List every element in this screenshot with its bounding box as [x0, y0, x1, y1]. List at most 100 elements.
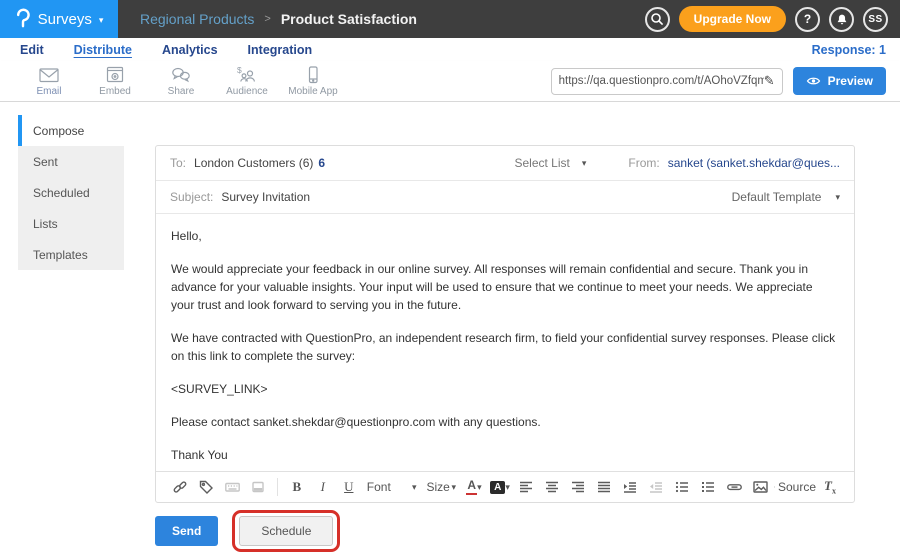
tab-edit[interactable]: Edit	[20, 43, 44, 57]
breadcrumb: Regional Products > Product Satisfaction	[140, 0, 417, 38]
edit-url-pencil-icon[interactable]: ✎	[764, 73, 775, 89]
align-center-button[interactable]	[540, 475, 564, 499]
sidebar-item-lists[interactable]: Lists	[18, 208, 124, 239]
notifications-button[interactable]	[829, 7, 854, 32]
align-left-button[interactable]	[514, 475, 538, 499]
preview-button[interactable]: Preview	[793, 67, 886, 95]
template-dropdown[interactable]: Default Template ▾	[732, 190, 840, 204]
send-button[interactable]: Send	[155, 516, 218, 546]
from-label: From:	[628, 156, 659, 170]
template-insert-button[interactable]	[246, 475, 270, 499]
bullet-list-button[interactable]	[670, 475, 694, 499]
body-paragraph: <SURVEY_LINK>	[171, 380, 839, 398]
to-recipients[interactable]: London Customers (6)	[194, 156, 313, 170]
chevron-down-icon: ▾	[477, 482, 482, 493]
audience-icon: $	[237, 66, 257, 84]
help-button[interactable]: ?	[795, 7, 820, 32]
schedule-highlight-annotation: Schedule	[232, 510, 340, 552]
search-button[interactable]	[645, 7, 670, 32]
font-size-dropdown[interactable]: Size ▾	[423, 480, 461, 494]
channel-embed[interactable]: Embed	[82, 66, 148, 97]
numbered-list-icon	[701, 480, 715, 494]
hyperlink-button[interactable]	[722, 475, 746, 499]
share-icon	[171, 66, 191, 84]
merge-tag-button[interactable]	[194, 475, 218, 499]
body-paragraph: Thank You	[171, 446, 839, 464]
increase-indent-button[interactable]	[618, 475, 642, 499]
insert-image-button[interactable]	[748, 475, 772, 499]
align-left-icon	[519, 480, 533, 494]
email-body-editor[interactable]: Hello, We would appreciate your feedback…	[156, 214, 854, 471]
channel-email[interactable]: Email	[16, 66, 82, 97]
sidebar-item-scheduled[interactable]: Scheduled	[18, 177, 124, 208]
body-paragraph: Hello,	[171, 227, 839, 245]
link-icon	[173, 480, 187, 494]
survey-tab-bar: Edit Distribute Analytics Integration Re…	[0, 38, 900, 61]
embed-icon	[105, 66, 125, 84]
survey-link-area: ✎ Preview	[551, 67, 900, 95]
distribute-toolbar: Email Embed Share $ Audience	[0, 61, 900, 102]
compose-panel: To: London Customers (6) 6 Select List ▾…	[155, 145, 855, 503]
mobile-phone-icon	[303, 66, 323, 84]
chevron-down-icon: ▾	[505, 482, 510, 493]
tab-integration[interactable]: Integration	[248, 43, 313, 57]
email-sidebar: Compose Sent Scheduled Lists Templates	[18, 115, 124, 270]
keyboard-button[interactable]	[220, 475, 244, 499]
top-header: Surveys ▾ Regional Products > Product Sa…	[0, 0, 900, 38]
tag-icon	[199, 480, 213, 494]
body-paragraph: Please contact sanket.shekdar@questionpr…	[171, 413, 839, 431]
sidebar-item-templates[interactable]: Templates	[18, 239, 124, 270]
chevron-down-icon: ▾	[582, 158, 587, 169]
keyboard-icon	[225, 480, 240, 494]
bold-button[interactable]: B	[285, 475, 309, 499]
source-document-icon	[774, 480, 775, 494]
eye-icon	[806, 75, 821, 87]
bell-icon	[835, 12, 849, 26]
panel-window-icon	[251, 480, 265, 494]
underline-button[interactable]: U	[337, 475, 361, 499]
text-color-icon: A	[466, 479, 477, 494]
font-family-dropdown[interactable]: Font ▾	[363, 480, 421, 494]
numbered-list-button[interactable]	[696, 475, 720, 499]
survey-url-box: ✎	[551, 68, 783, 95]
subject-row: Subject: Survey Invitation Default Templ…	[156, 181, 854, 214]
surveys-product-menu[interactable]: Surveys ▾	[0, 0, 118, 38]
schedule-button[interactable]: Schedule	[239, 516, 333, 546]
insert-link-button[interactable]	[168, 475, 192, 499]
breadcrumb-survey-title: Product Satisfaction	[281, 11, 417, 27]
body-paragraph: We would appreciate your feedback in our…	[171, 260, 839, 314]
breadcrumb-folder[interactable]: Regional Products	[140, 11, 254, 27]
justify-button[interactable]	[592, 475, 616, 499]
select-list-dropdown[interactable]: Select List ▾	[514, 156, 586, 170]
remove-format-button[interactable]: Tx	[818, 475, 842, 499]
upgrade-now-button[interactable]: Upgrade Now	[679, 6, 786, 32]
from-sender-dropdown[interactable]: sanket (sanket.shekdar@ques...	[668, 156, 840, 170]
sidebar-item-sent[interactable]: Sent	[18, 146, 124, 177]
body-paragraph: We have contracted with QuestionPro, an …	[171, 329, 839, 365]
channel-share[interactable]: Share	[148, 66, 214, 97]
text-color-button[interactable]: A ▾	[462, 475, 486, 499]
subject-input[interactable]: Survey Invitation	[221, 190, 310, 204]
subject-label: Subject:	[170, 190, 213, 204]
italic-button[interactable]: I	[311, 475, 335, 499]
tab-distribute[interactable]: Distribute	[74, 43, 132, 57]
svg-text:$: $	[237, 66, 242, 75]
align-right-button[interactable]	[566, 475, 590, 499]
channel-audience[interactable]: $ Audience	[214, 66, 280, 97]
align-right-icon	[571, 480, 585, 494]
to-label: To:	[170, 156, 186, 170]
outdent-icon	[649, 480, 663, 494]
decrease-indent-button[interactable]	[644, 475, 668, 499]
chevron-down-icon: ▾	[412, 482, 417, 493]
search-icon	[650, 12, 664, 26]
source-button[interactable]: Source	[774, 475, 816, 499]
breadcrumb-separator-icon: >	[264, 13, 270, 25]
sidebar-item-compose[interactable]: Compose	[18, 115, 124, 146]
avatar[interactable]: SS	[863, 7, 888, 32]
response-count[interactable]: Response: 1	[812, 43, 900, 57]
channel-mobile-app[interactable]: Mobile App	[280, 66, 346, 97]
background-color-button[interactable]: A ▾	[488, 475, 512, 499]
tab-analytics[interactable]: Analytics	[162, 43, 218, 57]
chevron-down-icon: ▾	[99, 15, 104, 26]
survey-url-input[interactable]	[559, 75, 764, 87]
